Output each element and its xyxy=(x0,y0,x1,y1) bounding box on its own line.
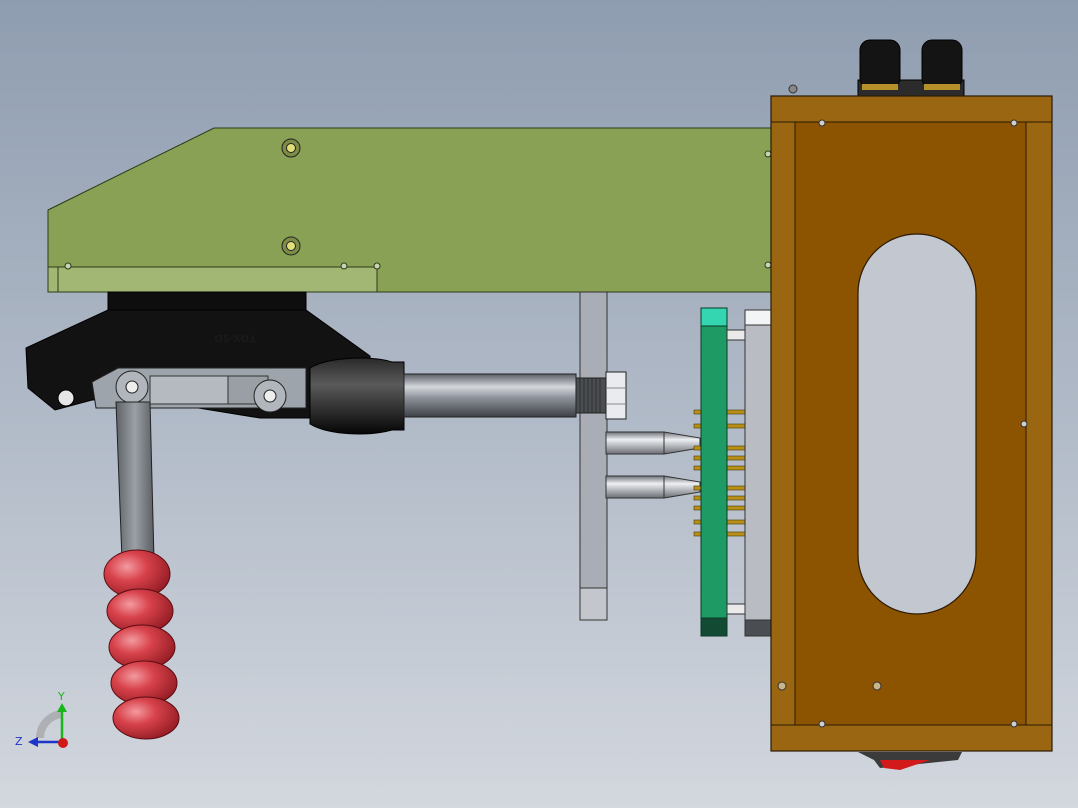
screw-icon xyxy=(281,236,301,256)
wood-enclosure[interactable] xyxy=(770,95,1053,770)
clamp-marking: TOX-SD xyxy=(214,332,256,343)
pcb-board[interactable] xyxy=(700,307,746,637)
test-pin[interactable] xyxy=(605,475,701,499)
plunger-rod[interactable] xyxy=(309,357,627,435)
z-axis-label: Z xyxy=(15,735,23,748)
cad-viewport[interactable]: TOX-SD Y Z xyxy=(0,0,1078,808)
cable-gland xyxy=(788,39,965,97)
green-plate[interactable] xyxy=(47,127,791,293)
red-grip[interactable] xyxy=(103,549,180,740)
support-bar[interactable] xyxy=(579,291,608,621)
coordinate-triad: Y Z xyxy=(15,690,68,748)
test-pin[interactable] xyxy=(605,431,701,455)
screw-icon xyxy=(281,138,301,158)
y-axis-label: Y xyxy=(57,690,65,703)
pcb-carrier[interactable] xyxy=(744,309,772,637)
assembly-drawing: TOX-SD Y Z xyxy=(15,39,1053,770)
